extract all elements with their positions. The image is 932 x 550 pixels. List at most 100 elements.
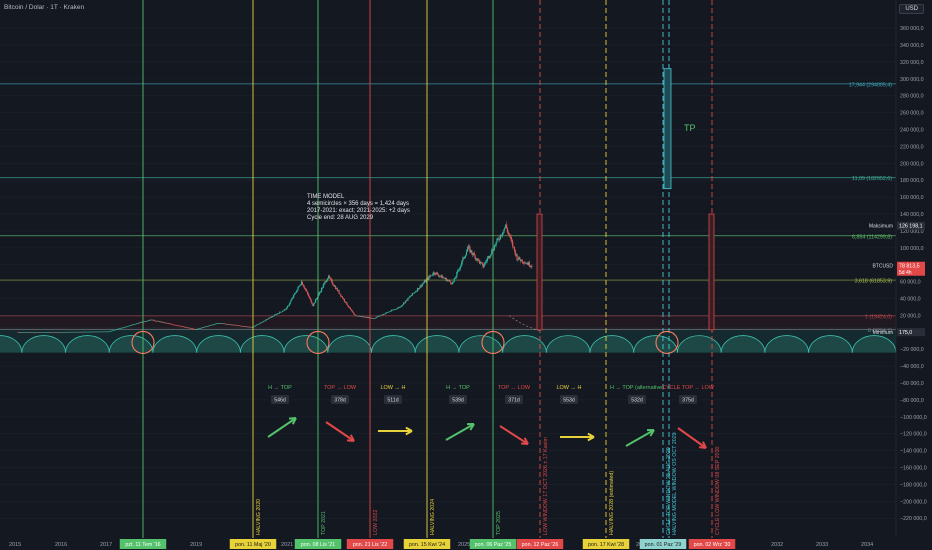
candle-body <box>318 293 320 296</box>
candle-body <box>307 291 309 295</box>
cycle-low-box <box>708 213 715 331</box>
y-tick-label: −140 000,0 <box>900 449 927 455</box>
candle-body <box>319 292 321 294</box>
candle-body <box>340 294 342 297</box>
candle-body <box>262 321 264 323</box>
candle-body <box>286 306 289 308</box>
candle-body <box>267 318 269 320</box>
fib-label: 17,944 (294005,4) <box>849 82 893 88</box>
candle-body <box>295 291 297 293</box>
price-tag-sub: 5d 4h <box>899 270 912 276</box>
candle-body <box>531 266 533 267</box>
candle-body <box>414 292 416 293</box>
cycle-top-box <box>663 68 672 190</box>
x-tick-label: 2017 <box>100 542 112 548</box>
fib-label: 6,854 (114299,8) <box>852 234 892 240</box>
candle-body <box>290 300 292 302</box>
y-tick-label: 180 000,0 <box>900 178 924 184</box>
candle-body <box>516 254 518 261</box>
candle-body <box>508 233 510 236</box>
candle-body <box>404 301 406 304</box>
price-chart[interactable]: 17,944 (294005,4) 11,09 (182952,6) 6,854 (… <box>0 0 932 550</box>
candle-body <box>383 313 386 315</box>
time-axis[interactable]: 2015201620172018201920212022202520262029… <box>0 538 932 550</box>
event-line-label: TOP 2025 <box>496 511 502 535</box>
x-tick-label: 2015 <box>9 542 21 548</box>
candle-body <box>437 273 439 275</box>
candle-body <box>281 311 283 312</box>
candle-body <box>418 287 420 290</box>
candle-body <box>384 313 386 315</box>
phase-days: 371d <box>508 398 520 404</box>
event-date-label: pon. 15 Kwi '24 <box>409 542 445 548</box>
y-tick-label: −120 000,0 <box>900 432 927 438</box>
candle-body <box>311 302 313 305</box>
y-tick-label: 280 000,0 <box>900 94 924 100</box>
candle-body <box>443 277 445 279</box>
phase-days: 546d <box>274 398 286 404</box>
candle-body <box>299 285 301 287</box>
candle-body <box>485 260 488 262</box>
candle-body <box>264 320 266 322</box>
candle-body <box>407 297 409 301</box>
y-tick-label: 300 000,0 <box>900 77 924 83</box>
candle-body <box>486 258 488 261</box>
price-tag-name: Maksimum <box>869 224 893 230</box>
candle-body <box>314 299 317 303</box>
candle-body <box>410 296 412 297</box>
event-date-label: pon. 11 Maj '20 <box>235 542 271 548</box>
phase-label: H → TOP (alternative) <box>610 385 664 391</box>
candle-body <box>320 291 322 293</box>
annotation-line: 4 semicircles × 356 days = 1,424 days <box>307 201 409 207</box>
candle-body <box>453 278 455 282</box>
candle-body <box>455 276 457 279</box>
price-tag-value: 175,0 <box>899 330 912 336</box>
candle-body <box>408 297 410 299</box>
y-tick-label: 340 000,0 <box>900 43 924 49</box>
candle-body <box>304 287 306 289</box>
candle-body <box>336 288 338 291</box>
event-line-label: HALVING 2024 <box>430 499 436 535</box>
event-date-label: pon. 12 Paz '26 <box>522 542 559 548</box>
candle-body <box>461 260 463 265</box>
phase-days: 553d <box>563 398 575 404</box>
currency-button[interactable]: USD <box>899 4 924 14</box>
candle-body <box>458 269 461 270</box>
phase-label: LOW → H <box>380 385 405 391</box>
phase-label: CYCLE TOP → LOW <box>662 385 715 391</box>
fib-label: 3,618 (61853,9) <box>855 279 893 285</box>
y-tick-label: −40 000,0 <box>900 364 924 370</box>
candle-body <box>483 265 485 268</box>
candle-body <box>485 261 487 263</box>
candle-body <box>283 309 285 311</box>
candle-body <box>278 313 280 314</box>
candle-body <box>364 316 366 318</box>
candle-body <box>481 262 483 264</box>
candle-body <box>499 239 501 240</box>
candle-body <box>321 287 324 289</box>
candle-body <box>504 227 506 230</box>
symbol-legend[interactable]: Bitcoin / Dolar · 1T · Kraken <box>4 4 84 11</box>
candle-body <box>521 259 523 263</box>
candle-body <box>422 283 424 285</box>
candle-body <box>503 229 505 233</box>
candle-body <box>350 309 352 311</box>
candle-body <box>261 322 263 323</box>
x-tick-label: 2025 <box>458 542 470 548</box>
candle-body <box>321 287 323 292</box>
candle-body <box>268 317 270 319</box>
y-tick-label: −200 000,0 <box>900 499 927 505</box>
candle-body <box>346 302 348 305</box>
y-tick-label: −160 000,0 <box>900 466 927 472</box>
y-tick-label: 20 000,0 <box>900 313 921 319</box>
price-tag-name: Minimum <box>873 330 893 336</box>
candle-body <box>288 303 290 306</box>
candle-body <box>273 315 275 317</box>
x-tick-label: 2021 <box>281 542 293 548</box>
candle-body <box>460 264 462 267</box>
candle-body <box>375 317 377 319</box>
candle-body <box>289 301 291 304</box>
candle-body <box>300 284 302 286</box>
candle-body <box>310 299 312 303</box>
candle-body <box>452 281 454 283</box>
